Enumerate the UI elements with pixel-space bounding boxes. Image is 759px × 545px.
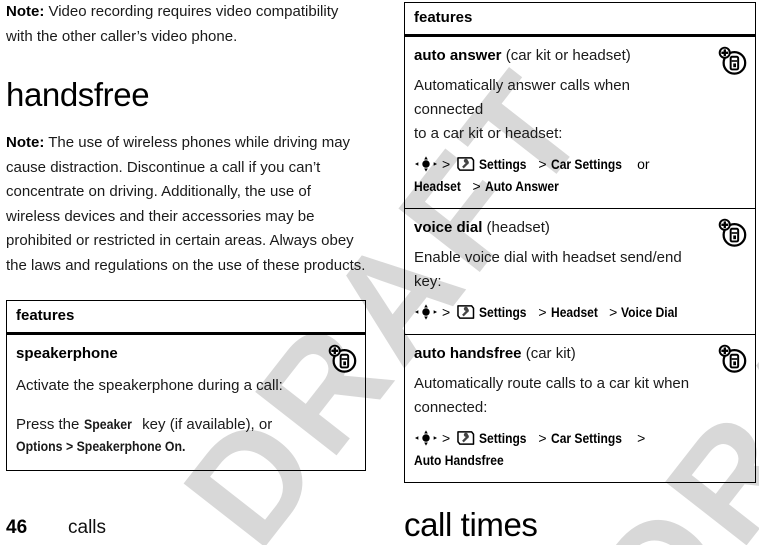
path-item-settings: Settings bbox=[479, 156, 527, 172]
settings-wrench-icon bbox=[457, 157, 475, 171]
menu-path: > Settings > Car Settings or Headset > A… bbox=[414, 153, 703, 197]
instruction-mid: key (if available), or bbox=[138, 416, 273, 433]
menu-path: > Settings > Headset > Voice Dial bbox=[414, 301, 703, 323]
features-table-header: features bbox=[405, 3, 755, 37]
feature-description-line1: Automatically answer calls when connecte… bbox=[414, 77, 630, 118]
path-item-headset: Headset bbox=[414, 178, 461, 194]
feature-title-text: auto answer bbox=[414, 47, 502, 64]
features-table-left: features speakerphone Activate the speak… bbox=[6, 300, 366, 471]
feature-description-line2: connected: bbox=[414, 399, 488, 416]
feature-row-speakerphone[interactable]: speakerphone Activate the speakerphone d… bbox=[7, 335, 365, 470]
path-separator: > bbox=[538, 430, 547, 446]
path-separator: > bbox=[472, 178, 481, 194]
note-video-lead: Note: bbox=[6, 3, 45, 20]
path-separator: > bbox=[637, 430, 646, 446]
feature-title-qualifier: (headset) bbox=[486, 219, 550, 236]
instruction-menu-path: Options > Speakerphone On. bbox=[16, 438, 186, 454]
feature-title-text: auto handsfree bbox=[414, 345, 522, 362]
path-separator: > bbox=[538, 304, 547, 320]
feature-title-qualifier: (car kit) bbox=[525, 345, 576, 362]
path-separator: > bbox=[538, 156, 547, 172]
note-driving-lead: Note: bbox=[6, 134, 45, 151]
accessory-phone-icon bbox=[328, 344, 358, 374]
features-table-header: features bbox=[7, 301, 365, 335]
feature-row-auto-answer[interactable]: auto answer (car kit or headset) Automat… bbox=[405, 37, 755, 209]
feature-title: auto answer (car kit or headset) bbox=[414, 44, 703, 67]
navigation-key-icon bbox=[414, 430, 438, 446]
note-driving: Note: The use of wireless phones while d… bbox=[6, 131, 366, 278]
path-item-car-settings: Car Settings bbox=[550, 430, 622, 446]
path-item-voice-dial: Voice Dial bbox=[621, 304, 678, 320]
feature-title: voice dial (headset) bbox=[414, 216, 703, 239]
page-section-label: calls bbox=[68, 517, 107, 538]
path-item-car-settings: Car Settings bbox=[550, 156, 622, 172]
page-footer: 46 calls bbox=[6, 517, 106, 539]
path-separator: > bbox=[609, 304, 618, 320]
feature-description-line2: to a car kit or headset: bbox=[414, 125, 563, 142]
path-item-settings: Settings bbox=[479, 304, 527, 320]
manual-page: DRAFT DRAFT Note: Video recording requir… bbox=[0, 0, 759, 545]
left-column: Note: Video recording requires video com… bbox=[6, 0, 366, 471]
note-video-recording: Note: Video recording requires video com… bbox=[6, 0, 366, 49]
path-separator: > bbox=[442, 156, 451, 172]
features-table-right: features auto answer (car kit or headset… bbox=[404, 2, 756, 483]
path-item-auto-answer: Auto Answer bbox=[484, 178, 559, 194]
feature-title: speakerphone bbox=[16, 342, 313, 365]
heading-call-times: call times bbox=[404, 506, 538, 543]
accessory-phone-icon bbox=[718, 218, 748, 248]
path-separator: > bbox=[442, 304, 451, 320]
feature-description: Activate the speakerphone during a call: bbox=[16, 377, 283, 394]
page-number: 46 bbox=[6, 517, 28, 538]
note-video-text: Video recording requires video compatibi… bbox=[6, 3, 339, 45]
accessory-phone-icon bbox=[718, 46, 748, 76]
feature-description-line1: Enable voice dial with headset send/end … bbox=[414, 249, 682, 290]
feature-instruction-path: Options > Speakerphone On. bbox=[16, 434, 313, 459]
path-or: or bbox=[637, 156, 650, 172]
heading-handsfree: handsfree bbox=[6, 76, 150, 113]
feature-title-text: voice dial bbox=[414, 219, 483, 236]
feature-row-auto-handsfree[interactable]: auto handsfree (car kit) Automatically r… bbox=[405, 335, 755, 482]
path-item-auto-handsfree: Auto Handsfree bbox=[414, 452, 504, 468]
feature-title: auto handsfree (car kit) bbox=[414, 342, 703, 365]
navigation-key-icon bbox=[414, 156, 438, 172]
feature-title-text: speakerphone bbox=[16, 345, 118, 362]
note-driving-text: The use of wireless phones while driving… bbox=[6, 134, 366, 274]
settings-wrench-icon bbox=[457, 305, 475, 319]
feature-row-voice-dial[interactable]: voice dial (headset) Enable voice dial w… bbox=[405, 209, 755, 335]
feature-description-line1: Automatically route calls to a car kit w… bbox=[414, 375, 690, 392]
right-column: features auto answer (car kit or headset… bbox=[404, 0, 756, 545]
path-separator: > bbox=[442, 430, 451, 446]
path-item-headset: Headset bbox=[550, 304, 598, 320]
menu-path: > Settings > Car Settings > Auto Handsfr… bbox=[414, 427, 703, 471]
navigation-key-icon bbox=[414, 304, 438, 320]
path-item-settings: Settings bbox=[479, 430, 527, 446]
instruction-prefix: Press the bbox=[16, 416, 84, 433]
feature-title-qualifier: (car kit or headset) bbox=[505, 47, 631, 64]
settings-wrench-icon bbox=[457, 431, 475, 445]
accessory-phone-icon bbox=[718, 344, 748, 374]
